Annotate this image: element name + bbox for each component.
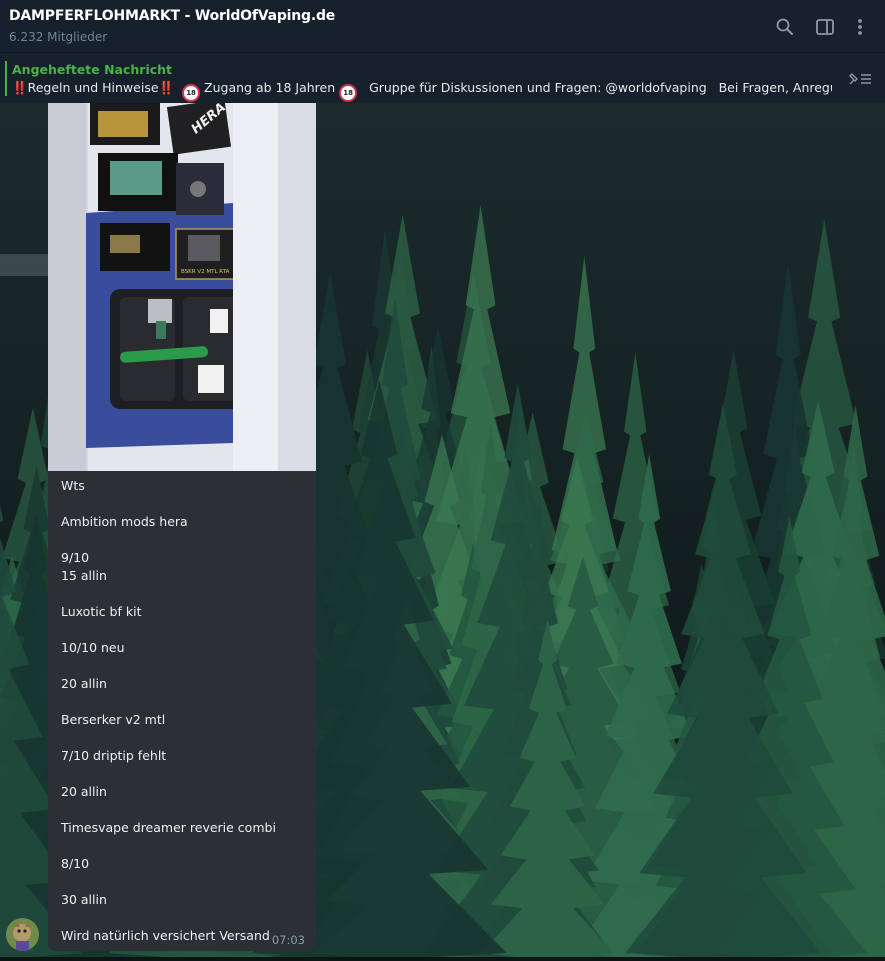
sidebar-toggle-icon[interactable]	[815, 17, 835, 37]
chat-header[interactable]: DAMPFERFLOHMARKT - WorldOfVaping.de 6.23…	[0, 0, 885, 52]
message-line	[61, 729, 311, 747]
unpin-list-icon[interactable]	[847, 71, 873, 87]
rta-box-label: BSKR V2 MTL RTA	[181, 269, 230, 275]
pinned-segment-questions: Bei Fragen, Anregun...	[718, 80, 832, 95]
message-line: 8/10	[61, 856, 90, 871]
message-line	[61, 657, 311, 675]
message-line	[61, 495, 311, 513]
message-line	[61, 531, 311, 549]
pinned-message-bar[interactable]: Angeheftete Nachricht ‼️Regeln und Hinwe…	[0, 52, 885, 103]
message-line	[61, 873, 311, 891]
member-count: 6.232 Mitglieder	[9, 30, 108, 44]
message-line: Timesvape dreamer reverie combi	[61, 820, 276, 835]
pinned-segment-rules: Regeln und Hinweise	[27, 80, 159, 95]
message-timestamp: 07:03	[271, 933, 305, 947]
message-line	[61, 693, 311, 711]
message-line: 20 allin	[61, 676, 107, 691]
message-line: 7/10 driptip fehlt	[61, 748, 167, 763]
more-vertical-icon[interactable]	[850, 17, 870, 37]
message-line	[61, 837, 311, 855]
age-18-icon: 18	[182, 84, 201, 102]
pinned-preview[interactable]: ‼️Regeln und Hinweise‼️ 18 Zugang ab 18 …	[12, 80, 832, 102]
message-line: 10/10 neu	[61, 640, 125, 655]
message-text: Wts Ambition mods hera 9/10 15 allin Lux…	[61, 477, 311, 945]
message-line: 20 allin	[61, 784, 107, 799]
message-bubble[interactable]: HERA BSKR V2 MTL RTA Wts Ambition mods h…	[48, 103, 316, 951]
message-line: Wts	[61, 478, 85, 493]
avatar-image	[6, 918, 39, 951]
message-line: Luxotic bf kit	[61, 604, 142, 619]
age-18-icon: 18	[339, 84, 358, 102]
message-line: 30 allin	[61, 892, 107, 907]
message-line: Berserker v2 mtl	[61, 712, 166, 727]
pinned-segment-age: Zugang ab 18 Jahren	[204, 80, 336, 95]
photo-image: HERA BSKR V2 MTL RTA	[48, 103, 316, 471]
pinned-title: Angeheftete Nachricht	[12, 62, 173, 77]
message-line: 9/10	[61, 550, 90, 565]
sender-avatar[interactable]	[6, 918, 39, 951]
message-line	[61, 585, 311, 603]
message-line	[61, 801, 311, 819]
pinned-accent-line	[5, 61, 7, 96]
message-line	[61, 765, 311, 783]
message-line	[61, 909, 311, 927]
message-line	[61, 621, 311, 639]
search-icon[interactable]	[775, 17, 795, 37]
message-photo[interactable]: HERA BSKR V2 MTL RTA	[48, 103, 316, 471]
double-exclamation-icon: ‼️	[158, 80, 175, 95]
chat-title[interactable]: DAMPFERFLOHMARKT - WorldOfVaping.de	[9, 8, 335, 24]
pinned-segment-group: Gruppe für Diskussionen und Fragen: @wor…	[369, 80, 707, 95]
message-line: Ambition mods hera	[61, 514, 188, 529]
double-exclamation-icon: ‼️	[12, 80, 28, 95]
message-line: 15 allin	[61, 568, 107, 583]
